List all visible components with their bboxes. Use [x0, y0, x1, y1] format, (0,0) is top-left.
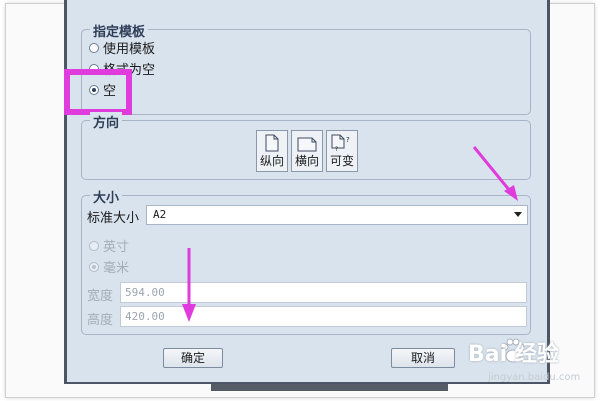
annotation-highlight-box: [64, 69, 132, 115]
standard-size-select[interactable]: A2: [146, 205, 528, 225]
taskbar-strip: [211, 384, 448, 391]
radio-button[interactable]: [89, 42, 99, 53]
variable-label: 可变: [329, 154, 354, 168]
baidu-watermark: Bai 经验 jingyan.baidu.com: [468, 334, 594, 394]
height-label: 高度: [87, 313, 114, 328]
width-label: 宽度: [87, 289, 114, 304]
portrait-label: 纵向: [259, 154, 284, 168]
radio-label: 使用模板: [103, 42, 156, 57]
standard-size-value: A2: [153, 208, 167, 221]
size-group-title: 大小: [90, 187, 123, 206]
radio-use-template[interactable]: 使用模板: [89, 38, 155, 57]
ok-button[interactable]: 确定: [163, 348, 223, 368]
portrait-page-icon: [265, 134, 279, 152]
radio-inch[interactable]: 英寸: [89, 236, 129, 255]
standard-size-label: 标准大小: [87, 211, 140, 226]
annotation-arrow-to-height: [182, 248, 196, 322]
orientation-group-title: 方向: [90, 112, 123, 131]
variable-button[interactable]: ? ? 可变: [326, 130, 358, 172]
radio-button[interactable]: [89, 261, 99, 272]
radio-label: 英寸: [103, 240, 130, 255]
landscape-page-icon: [297, 137, 317, 152]
landscape-button[interactable]: 横向: [291, 130, 323, 172]
cancel-button[interactable]: 取消: [391, 348, 455, 368]
watermark-url: jingyan.baidu.com: [488, 372, 581, 383]
watermark-brand: Bai 经验: [468, 342, 559, 367]
variable-page-icon: ? ?: [331, 134, 350, 152]
radio-button[interactable]: [89, 240, 99, 251]
portrait-button[interactable]: 纵向: [256, 130, 288, 172]
dropdown-arrow-icon[interactable]: [514, 212, 522, 217]
radio-label: 毫米: [103, 261, 130, 276]
svg-text:?: ?: [346, 136, 350, 144]
landscape-label: 横向: [294, 154, 319, 168]
annotation-arrow-to-dropdown: [472, 146, 518, 201]
radio-mm[interactable]: 毫米: [89, 257, 129, 276]
